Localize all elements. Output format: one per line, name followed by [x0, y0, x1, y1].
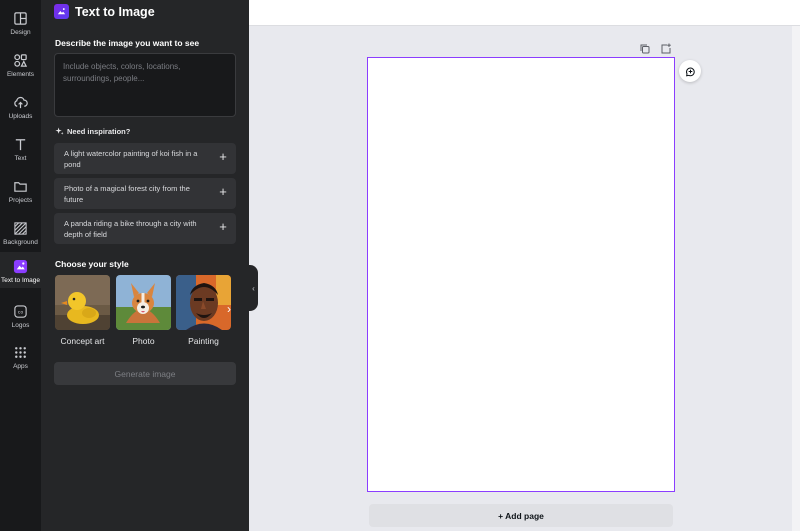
panel-header: Text to Image — [54, 4, 155, 19]
inspiration-heading: Need inspiration? — [55, 127, 130, 136]
chevron-right-icon[interactable]: › — [227, 302, 237, 316]
plus-icon[interactable]: + — [217, 150, 229, 163]
folder-icon — [14, 182, 27, 192]
svg-text:co: co — [18, 310, 24, 315]
inspiration-label: Need inspiration? — [67, 127, 131, 136]
duplicate-page-icon[interactable] — [639, 43, 651, 55]
text-icon — [15, 139, 26, 151]
dog-thumbnail — [116, 275, 171, 330]
rail-item-design[interactable]: Design — [0, 4, 41, 46]
hatch-icon — [14, 222, 27, 235]
text-to-image-icon — [13, 259, 28, 274]
suggestion-text: A panda riding a bike through a city wit… — [64, 218, 197, 239]
suggestion-item[interactable]: A panda riding a bike through a city wit… — [54, 213, 236, 244]
cloud-upload-icon — [14, 96, 28, 109]
style-card-painting[interactable] — [176, 275, 231, 330]
style-label-painting: Painting — [188, 336, 219, 346]
rail-item-projects[interactable]: Projects — [0, 172, 41, 214]
plus-icon[interactable]: + — [217, 185, 229, 198]
rail-label: Logos — [11, 322, 30, 329]
suggestion-text: A light watercolor painting of koi fish … — [64, 148, 198, 169]
rail-label: Uploads — [8, 113, 33, 120]
side-rail: Design Elements Uploads Text Projects Ba… — [0, 0, 41, 531]
generate-image-button[interactable]: Generate image — [54, 362, 236, 385]
comment-refresh-icon — [685, 67, 695, 76]
suggestion-text: Photo of a magical forest city from the … — [64, 183, 190, 204]
collapse-panel-handle[interactable]: ‹ — [249, 265, 258, 311]
style-label: Choose your style — [55, 259, 129, 269]
style-card-concept-art[interactable] — [55, 275, 110, 330]
rail-label: Projects — [8, 197, 33, 204]
rail-label: Elements — [6, 71, 35, 78]
sparkle-icon — [55, 127, 64, 135]
rail-label: Text to Image — [0, 277, 41, 284]
rail-label: Design — [10, 29, 31, 36]
text-to-image-app-icon — [54, 4, 69, 19]
shapes-icon — [14, 54, 28, 67]
rail-item-apps[interactable]: Apps — [0, 338, 41, 380]
rail-item-elements[interactable]: Elements — [0, 46, 41, 88]
suggestion-item[interactable]: Photo of a magical forest city from the … — [54, 178, 236, 209]
prompt-input[interactable] — [63, 61, 227, 109]
panel-title: Text to Image — [75, 4, 155, 19]
layout-icon — [14, 12, 27, 25]
rail-item-logos[interactable]: co Logos — [0, 297, 41, 339]
prompt-box — [54, 53, 236, 117]
style-card-photo[interactable] — [116, 275, 171, 330]
right-scroll-edge — [792, 26, 800, 531]
rail-item-text[interactable]: Text — [0, 130, 41, 172]
rail-item-uploads[interactable]: Uploads — [0, 88, 41, 130]
rail-label: Background — [3, 239, 38, 246]
style-label-concept-art: Concept art — [60, 336, 105, 346]
portrait-thumbnail — [176, 275, 231, 330]
rail-item-background[interactable]: Background — [0, 214, 41, 256]
rail-label: Apps — [13, 363, 28, 370]
top-bar — [249, 0, 800, 26]
text-to-image-panel: Text to Image Describe the image you wan… — [41, 0, 249, 531]
add-page-icon[interactable] — [660, 43, 672, 55]
suggestion-item[interactable]: A light watercolor painting of koi fish … — [54, 143, 236, 174]
chevron-left-icon: ‹ — [252, 283, 255, 293]
design-page[interactable] — [367, 57, 675, 492]
rail-item-text-to-image[interactable]: Text to Image — [0, 252, 41, 288]
add-page-button[interactable]: + Add page — [369, 504, 673, 527]
plus-icon[interactable]: + — [217, 220, 229, 233]
describe-label: Describe the image you want to see — [55, 38, 200, 48]
logo-icon: co — [14, 305, 27, 318]
refresh-comment-button[interactable] — [679, 60, 701, 82]
style-label-photo: Photo — [132, 336, 155, 346]
page-tools — [639, 43, 672, 55]
rail-label: Text — [14, 155, 27, 162]
duck-thumbnail — [55, 275, 110, 330]
grid-icon — [15, 347, 26, 358]
